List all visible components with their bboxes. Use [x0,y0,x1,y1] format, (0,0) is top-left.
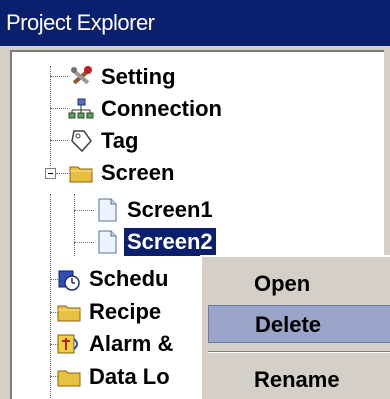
tree-guide-line [50,76,68,77]
tree-guide-line [74,210,94,211]
tree-guide-line [56,173,68,174]
tree-item-schedule[interactable]: Schedu [56,264,171,294]
tree-item-recipe[interactable]: Recipe [56,297,164,327]
panel-title: Project Explorer [0,0,390,46]
tree-guide-line [50,140,68,141]
schedule-icon [56,266,82,292]
tree-item-label: Schedu [89,266,169,291]
folder-icon [68,160,94,186]
tools-icon [68,64,94,90]
tree-item-label: Tag [101,128,139,153]
tree-item-data-log[interactable]: Data Lo [56,362,173,392]
document-icon [94,229,120,255]
tree-item-screen[interactable]: Screen [68,158,177,188]
tree-item-label: Data Lo [89,364,170,389]
menu-item-open[interactable]: Open [208,265,390,303]
network-icon [68,96,94,122]
menu-item-rename[interactable]: Rename [208,361,390,399]
folder-icon [56,364,82,390]
tree-item-label: Alarm & [89,331,174,356]
tree-item-screen1[interactable]: Screen1 [94,195,216,225]
tag-icon [68,128,94,154]
alarm-icon [56,331,82,357]
document-icon [94,197,120,223]
tree-guide-line [74,242,94,243]
menu-item-delete[interactable]: Delete [208,305,390,343]
tree-item-alarm[interactable]: Alarm & [56,329,176,359]
folder-icon [56,299,82,325]
project-explorer-panel: Project Explorer Setting Connection Tag … [0,0,390,399]
tree-item-label: Screen [101,160,175,185]
tree-item-screen2[interactable]: Screen2 [94,227,216,257]
tree-guide-line [50,194,51,399]
tree-item-label: Recipe [89,299,162,324]
context-menu: Open Delete Rename [200,255,390,399]
tree-item-connection[interactable]: Connection [68,94,225,124]
tree-guide-line [50,66,51,166]
tree-item-label: Screen1 [127,197,213,222]
collapse-toggle[interactable] [45,168,56,179]
tree-guide-line [74,194,75,256]
tree-item-tag[interactable]: Tag [68,126,141,156]
tree-item-label: Screen2 [124,228,216,256]
tree-item-label: Connection [101,96,222,121]
menu-separator [208,351,390,353]
tree-item-setting[interactable]: Setting [68,62,179,92]
tree-guide-line [50,108,68,109]
tree-item-label: Setting [101,64,176,89]
